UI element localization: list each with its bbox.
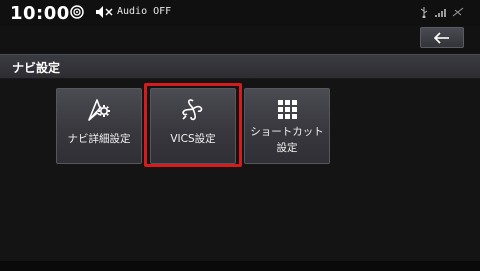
selection-highlight (144, 83, 242, 167)
status-bar: 10:00 Audio OFF (0, 0, 480, 26)
signal-icon (435, 9, 446, 17)
nav-detail-settings-button[interactable]: ナビ詳細設定 (56, 88, 142, 164)
tile-label-line2: 設定 (276, 142, 298, 154)
clock: 10:00 (10, 3, 70, 24)
audio-status: Audio OFF (117, 6, 172, 17)
status-icons (420, 7, 464, 18)
title-bar: ナビ設定 (0, 54, 480, 79)
tile-label-line1: ショートカット (250, 126, 324, 138)
page-title: ナビ設定 (12, 61, 61, 75)
shortcut-settings-button[interactable]: ショートカット 設定 (244, 88, 330, 164)
usb-icon (420, 7, 428, 18)
mute-icon (96, 6, 113, 18)
screen: 10:00 Audio OFF ナビ設定 ナビ詳細設定 VICS設定 ショートカ… (0, 0, 480, 271)
gps-icon (452, 7, 464, 17)
back-button[interactable] (420, 27, 464, 48)
navigation-status-icon (70, 5, 84, 19)
nav-settings-icon (88, 99, 110, 121)
grid-icon (278, 100, 297, 119)
back-arrow-icon (433, 31, 449, 44)
bottom-bar (0, 261, 480, 271)
tile-label: ナビ詳細設定 (67, 133, 131, 145)
